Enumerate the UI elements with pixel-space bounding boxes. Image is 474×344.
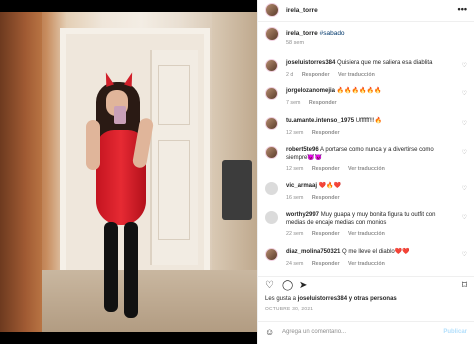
likes-summary: Les gusta a joseluistorres384 y otras pe… <box>265 296 397 302</box>
more-horizontal-icon[interactable]: ••• <box>458 4 467 14</box>
comment-meta: 22 sem Responder Ver traducción <box>286 231 392 237</box>
post-username[interactable]: irela_torre <box>286 7 318 14</box>
comment-input[interactable] <box>282 329 432 335</box>
comment-time: 2 d <box>286 72 294 78</box>
comment-text: robert5te96 A portarse como nunca y a di… <box>286 147 456 162</box>
caption-time: 58 sem <box>286 40 305 46</box>
comment-time: 12 sem <box>286 130 304 136</box>
avatar[interactable] <box>265 248 278 261</box>
heart-icon[interactable]: ♡ <box>462 149 467 156</box>
comment-body: Uffffff!!!🔥 <box>355 118 382 124</box>
figure-phone <box>114 106 126 124</box>
translate-button[interactable]: Ver traducción <box>338 72 375 78</box>
image-bottom-bar <box>0 332 257 344</box>
likes-suffix[interactable]: y otras personas <box>349 296 397 302</box>
image-top-bar <box>0 0 257 12</box>
post-sidebar: irela_torre ••• irela_torre #sabado 58 s… <box>257 0 474 344</box>
avatar[interactable] <box>265 211 278 224</box>
reply-button[interactable]: Responder <box>312 130 340 136</box>
share-icon[interactable]: ➤ <box>299 280 307 291</box>
caption-line: irela_torre #sabado <box>286 30 345 37</box>
comment-time: 7 sem <box>286 100 301 106</box>
figure-leg <box>124 222 138 318</box>
comment-text: jorgelozanomejia 🔥🔥🔥🔥🔥🔥 <box>286 88 456 96</box>
avatar[interactable] <box>265 59 278 72</box>
heart-icon[interactable]: ♡ <box>462 90 467 97</box>
comment-username[interactable]: vic_armaaj <box>286 183 317 189</box>
comment-username[interactable]: joseluistorres384 <box>286 60 335 66</box>
heart-icon[interactable]: ♡ <box>462 120 467 127</box>
comment-text: diaz_molina750321 Q me lleve el diablo❤️… <box>286 249 456 257</box>
translate-button[interactable]: Ver traducción <box>348 231 385 237</box>
reply-button[interactable]: Responder <box>312 195 340 201</box>
publish-button[interactable]: Publicar <box>443 329 467 335</box>
comment-meta: 2 d Responder Ver traducción <box>286 72 382 78</box>
figure-leg <box>104 222 118 312</box>
comment-username[interactable]: robert5te96 <box>286 147 319 153</box>
comment-time: 16 sem <box>286 195 304 201</box>
comment-meta: 24 sem Responder Ver traducción <box>286 261 392 267</box>
comment-body: Q me lleve el diablo❤️❤️ <box>342 249 410 255</box>
image-floor <box>42 270 257 332</box>
bookmark-icon[interactable]: ⌑ <box>462 280 467 291</box>
likes-user[interactable]: joseluistorres384 <box>298 296 347 302</box>
heart-icon[interactable]: ♡ <box>462 251 467 258</box>
post-caption: irela_torre #sabado 58 sem <box>258 25 474 53</box>
comment-username[interactable]: worthy2997 <box>286 212 319 218</box>
avatar[interactable] <box>265 87 278 100</box>
translate-button[interactable]: Ver traducción <box>348 166 385 172</box>
reply-button[interactable]: Responder <box>312 166 340 172</box>
comment-text: tu.amante.intenso_1975 Uffffff!!!🔥 <box>286 118 456 126</box>
comment-text: joseluistorres384 Quisiera que me salier… <box>286 60 456 68</box>
image-wall <box>0 12 42 332</box>
figure-arm <box>86 120 100 170</box>
comment-body: Quisiera que me saliera esa diablita <box>337 60 433 66</box>
comment-meta: 12 sem Responder Ver traducción <box>286 166 392 172</box>
post-image[interactable] <box>0 0 257 344</box>
likes-prefix: Les gusta a <box>265 296 297 302</box>
heart-icon[interactable]: ♡ <box>462 185 467 192</box>
post-date: OCTUBRE 30, 2021 <box>265 307 314 312</box>
add-comment-bar: ☺ Publicar <box>258 321 474 344</box>
comment-meta: 16 sem Responder <box>286 195 347 201</box>
comment-icon[interactable]: ◯ <box>282 280 293 291</box>
avatar[interactable] <box>265 182 278 195</box>
caption-username[interactable]: irela_torre <box>286 30 318 37</box>
post-header: irela_torre ••• <box>258 0 474 22</box>
comment-text: vic_armaaj ❤️🔥❤️ <box>286 183 456 191</box>
heart-icon[interactable]: ♡ <box>462 62 467 69</box>
image-chair <box>222 160 252 220</box>
reply-button[interactable]: Responder <box>312 231 340 237</box>
emoji-icon[interactable]: ☺ <box>265 327 274 337</box>
comment-username[interactable]: jorgelozanomejia <box>286 88 335 94</box>
reply-button[interactable]: Responder <box>309 100 337 106</box>
comment-text: worthy2997 Muy guapa y muy bonita figura… <box>286 212 456 227</box>
heart-icon[interactable]: ♡ <box>265 280 274 291</box>
caption-hashtag[interactable]: #sabado <box>320 30 345 37</box>
image-door-panel <box>158 140 190 240</box>
comment-body: ❤️🔥❤️ <box>318 183 342 189</box>
avatar[interactable] <box>265 27 279 41</box>
avatar[interactable] <box>265 117 278 130</box>
comment-meta: 7 sem Responder <box>286 100 344 106</box>
comment-time: 12 sem <box>286 166 304 172</box>
comment-username[interactable]: diaz_molina750321 <box>286 249 340 255</box>
reply-button[interactable]: Responder <box>312 261 340 267</box>
comment-body: 🔥🔥🔥🔥🔥🔥 <box>336 88 382 94</box>
comment-time: 22 sem <box>286 231 304 237</box>
post-actions: ♡ ◯ ➤ ⌑ <box>258 276 474 292</box>
comment-time: 24 sem <box>286 261 304 267</box>
avatar[interactable] <box>265 146 278 159</box>
image-door-panel <box>158 65 190 125</box>
translate-button[interactable]: Ver traducción <box>348 261 385 267</box>
comment-username[interactable]: tu.amante.intenso_1975 <box>286 118 354 124</box>
comment-meta: 12 sem Responder <box>286 130 347 136</box>
heart-icon[interactable]: ♡ <box>462 214 467 221</box>
avatar[interactable] <box>265 3 279 17</box>
reply-button[interactable]: Responder <box>302 72 330 78</box>
